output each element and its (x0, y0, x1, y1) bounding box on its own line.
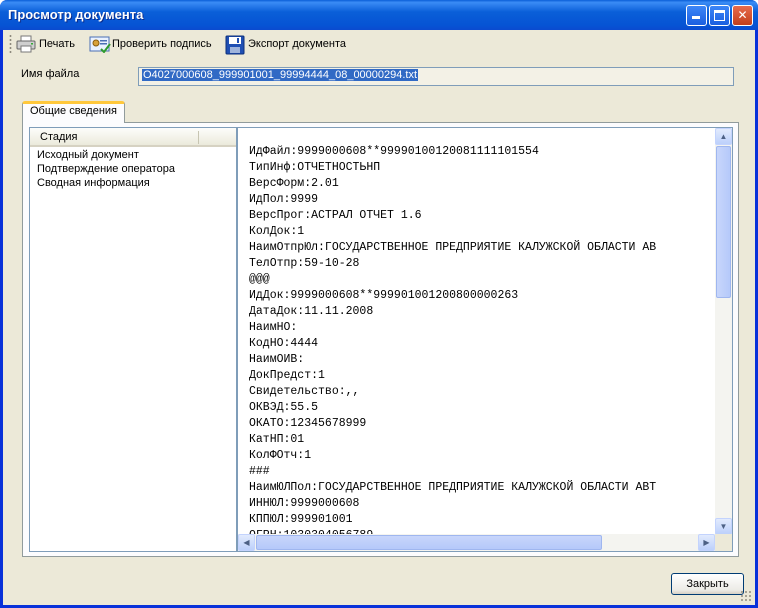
tab-general-info-label: Общие сведения (29, 105, 118, 117)
scroll-down-button[interactable]: ▼ (715, 518, 732, 535)
scroll-left-button[interactable]: ◀ (238, 534, 255, 551)
file-name-value: O4027000608_999901001_99994444_08_000002… (142, 69, 419, 81)
horizontal-scrollbar[interactable]: ◀ ▶ (238, 534, 715, 551)
export-document-label: Экспорт документа (248, 38, 347, 50)
close-button[interactable]: Закрыть (671, 573, 744, 595)
toolbar-grip[interactable] (9, 34, 12, 54)
stage-column-header-label: Стадия (40, 131, 78, 143)
document-viewer-window: Просмотр документа ✕ Печать Проверить по… (0, 0, 758, 608)
close-window-button[interactable]: ✕ (732, 5, 753, 26)
title-bar[interactable]: Просмотр документа ✕ (0, 0, 758, 30)
document-line: КолДок:1 (249, 225, 305, 238)
document-line: КатНП:01 (249, 433, 305, 446)
document-line: ИдФайл:9999000608**999901001200811111015… (249, 145, 539, 158)
vertical-scroll-thumb[interactable] (716, 146, 731, 298)
stage-item-operator-confirmation[interactable]: Подтверждение оператора (37, 163, 175, 175)
document-line: Свидетельство:,, (249, 385, 360, 398)
document-line: НаимОИВ: (249, 353, 305, 366)
certificate-icon (89, 35, 111, 54)
minimize-icon (692, 16, 700, 19)
stage-item-label: Подтверждение оператора (37, 163, 175, 175)
document-line: ИННЮЛ:9999000608 (249, 497, 360, 510)
scroll-up-button[interactable]: ▲ (715, 128, 732, 145)
print-button[interactable]: Печать (16, 33, 75, 55)
document-text: ИдФайл:9999000608**999901001200811111015… (249, 144, 717, 544)
document-line: ИдДок:9999000608**999901001200800000263 (249, 289, 519, 302)
vertical-scrollbar[interactable]: ▲ ▼ (715, 128, 732, 535)
close-button-label: Закрыть (686, 578, 729, 590)
document-line: ДокПредст:1 (249, 369, 325, 382)
export-document-button[interactable]: Экспорт документа (225, 33, 346, 55)
document-line: ИдПол:9999 (249, 193, 319, 206)
horizontal-scroll-thumb[interactable] (256, 535, 602, 550)
document-line: ОКВЭД:55.5 (249, 401, 319, 414)
verify-signature-button[interactable]: Проверить подпись (89, 33, 212, 55)
verify-signature-label: Проверить подпись (112, 38, 212, 50)
document-line: ДатаДок:11.11.2008 (249, 305, 374, 318)
document-line: КолФОтч:1 (249, 449, 312, 462)
document-line: НаимОтпрЮл:ГОСУДАРСТВЕННОЕ ПРЕДПРИЯТИЕ К… (249, 241, 657, 254)
stage-item-label: Сводная информация (37, 177, 150, 189)
document-line: ОКАТО:12345678999 (249, 417, 367, 430)
window-title: Просмотр документа (8, 7, 144, 22)
minimize-button[interactable] (686, 5, 707, 26)
resize-grip[interactable] (740, 590, 752, 602)
stage-list: Стадия Исходный документ Подтверждение о… (29, 127, 237, 552)
document-line: НаимНО: (249, 321, 298, 334)
maximize-icon (714, 10, 725, 21)
column-separator[interactable] (198, 131, 199, 144)
document-line: ТелОтпр:59-10-28 (249, 257, 360, 270)
stage-item-label: Исходный документ (37, 149, 139, 161)
printer-icon (16, 35, 36, 53)
stage-column-header[interactable]: Стадия (30, 128, 236, 147)
document-line: КодНО:4444 (249, 337, 319, 350)
document-line: ВерсФорм:2.01 (249, 177, 339, 190)
document-line: ТипИнф:ОТЧЕТНОСТЬНП (249, 161, 381, 174)
stage-item-source-document[interactable]: Исходный документ (37, 149, 139, 161)
save-disk-icon (225, 35, 245, 55)
scroll-right-button[interactable]: ▶ (698, 534, 715, 551)
scrollbar-corner (715, 534, 732, 551)
document-line: ### (249, 465, 270, 478)
tab-general-info[interactable]: Общие сведения (22, 101, 125, 123)
maximize-button[interactable] (709, 5, 730, 26)
file-name-field[interactable]: O4027000608_999901001_99994444_08_000002… (138, 67, 734, 86)
file-name-label: Имя файла (21, 68, 80, 80)
document-line: НаимЮЛПол:ГОСУДАРСТВЕННОЕ ПРЕДПРИЯТИЕ КА… (249, 481, 657, 494)
close-icon: ✕ (737, 8, 748, 22)
document-text-view[interactable]: ИдФайл:9999000608**999901001200811111015… (237, 127, 733, 552)
document-line: КППЮЛ:999901001 (249, 513, 353, 526)
document-line: @@@ (249, 273, 270, 286)
print-label: Печать (39, 38, 76, 50)
stage-item-summary-info[interactable]: Сводная информация (37, 177, 150, 189)
document-line: ВерсПрог:АСТРАЛ ОТЧЕТ 1.6 (249, 209, 422, 222)
toolbar: Печать Проверить подпись Экспорт докумен… (3, 30, 755, 58)
